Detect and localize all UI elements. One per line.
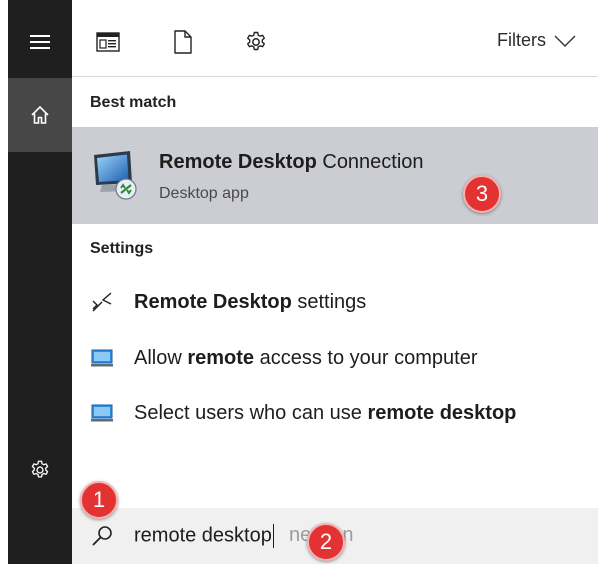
gear-icon: [31, 460, 49, 478]
app-title: Remote Desktop Connection: [159, 151, 424, 174]
setting-text-pre: Select users who can use: [134, 401, 368, 424]
setting-label: Select users who can use remote desktop: [134, 402, 516, 425]
setting-text-post: access to your computer: [254, 346, 478, 369]
setting-label: Allow remote access to your computer: [134, 347, 478, 370]
rail-settings-button[interactable]: [8, 448, 72, 492]
settings-header: Settings: [90, 240, 154, 257]
setting-label: Remote Desktop settings: [134, 291, 366, 314]
text-caret: [272, 524, 274, 548]
app-title-rest: Connection: [316, 151, 424, 173]
setting-text-match: Remote Desktop: [134, 290, 292, 313]
setting-text-pre: Allow: [134, 346, 188, 369]
hamburger-icon: [30, 35, 50, 49]
filters-dropdown[interactable]: Filters: [497, 30, 576, 51]
search-toolbar: Filters: [72, 6, 598, 77]
setting-remote-desktop-settings[interactable]: Remote Desktop settings: [72, 280, 598, 324]
setting-select-users[interactable]: Select users who can use remote desktop: [72, 391, 598, 435]
apps-icon: [96, 32, 120, 52]
search-panel: Filters Best match Remote Desktop Connec…: [72, 0, 598, 564]
remote-desktop-connection-icon: [94, 151, 137, 200]
setting-text-match: remote: [187, 346, 255, 369]
documents-filter-button[interactable]: [169, 28, 197, 56]
gear-icon: [247, 31, 265, 51]
search-icon: [92, 526, 112, 546]
home-button[interactable]: [8, 78, 72, 152]
system-monitor-icon: [88, 344, 116, 372]
document-icon: [174, 30, 192, 54]
home-icon: [31, 105, 49, 124]
settings-filter-button[interactable]: [242, 28, 270, 56]
app-title-match: Remote Desktop: [159, 151, 317, 173]
search-query-text: remote desktop: [134, 524, 272, 547]
best-match-result[interactable]: Remote Desktop Connection Desktop app: [72, 127, 598, 224]
search-input[interactable]: remote desktop: [134, 524, 274, 548]
apps-filter-button[interactable]: [94, 28, 122, 56]
app-subtitle: Desktop app: [159, 185, 249, 202]
filters-label: Filters: [497, 30, 546, 50]
setting-text-post: settings: [291, 290, 367, 313]
hamburger-menu-button[interactable]: [8, 20, 72, 64]
system-monitor-icon: [88, 399, 116, 427]
remote-desktop-settings-icon: [88, 288, 116, 316]
annotation-badge-3: 3: [463, 175, 501, 213]
best-match-header: Best match: [90, 94, 177, 111]
left-rail: [8, 0, 72, 564]
setting-text-match: remote desktop: [367, 401, 517, 424]
chevron-down-icon: [554, 35, 576, 47]
annotation-badge-1: 1: [80, 481, 118, 519]
annotation-badge-2: 2: [307, 523, 345, 561]
setting-allow-remote-access[interactable]: Allow remote access to your computer: [72, 336, 598, 380]
